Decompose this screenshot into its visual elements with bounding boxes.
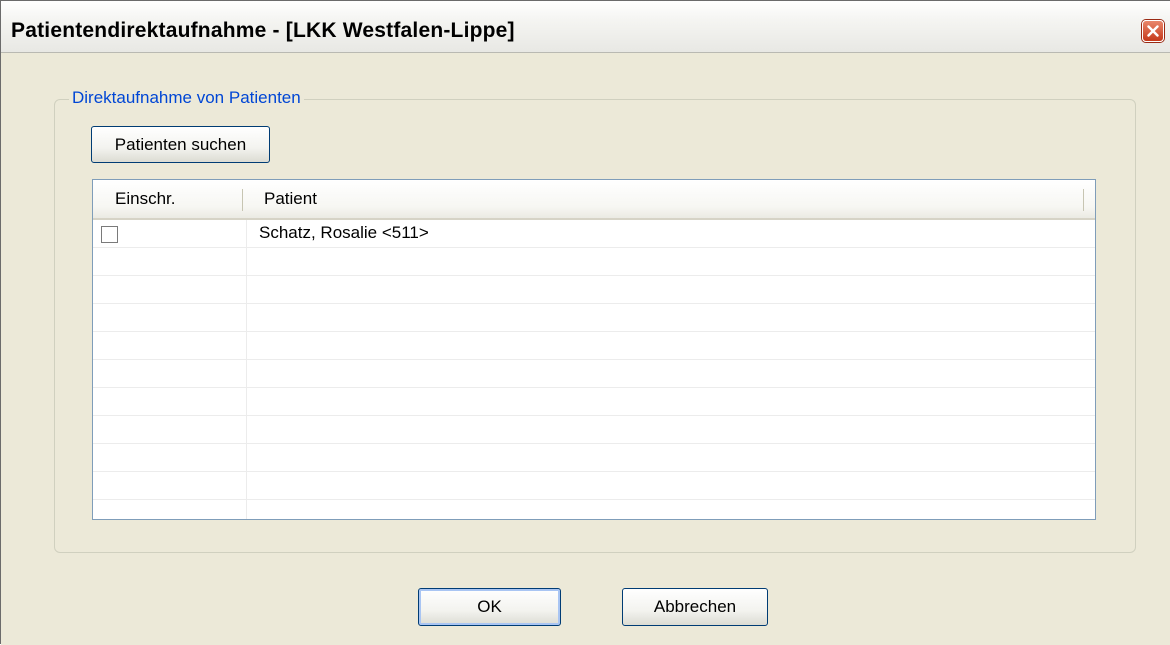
direct-admission-group: Direktaufnahme von Patienten Patienten s… [54,88,1136,553]
table-row [93,360,1095,388]
group-legend: Direktaufnahme von Patienten [69,88,304,108]
close-button[interactable] [1142,20,1164,42]
search-patients-button[interactable]: Patienten suchen [91,126,270,163]
table-row [93,304,1095,332]
table-row[interactable]: Schatz, Rosalie <511> [93,220,1095,248]
table-row [93,276,1095,304]
list-body: Schatz, Rosalie <511> [93,220,1095,519]
patient-list[interactable]: Einschr. Patient Schatz, Rosalie <511> [92,179,1096,520]
patient-name-cell: Schatz, Rosalie <511> [259,223,429,242]
restriction-checkbox[interactable] [101,226,118,243]
table-row [93,472,1095,500]
window-title: Patientendirektaufnahme - [LKK Westfalen… [11,19,515,42]
list-header: Einschr. Patient [93,180,1095,220]
title-bar[interactable]: Patientendirektaufnahme - [LKK Westfalen… [1,1,1170,53]
dialog-window: Patientendirektaufnahme - [LKK Westfalen… [0,0,1170,645]
table-row [93,416,1095,444]
table-row [93,248,1095,276]
column-divider[interactable] [1083,189,1084,211]
column-header-restriction[interactable]: Einschr. [93,180,246,218]
table-row [93,388,1095,416]
table-row [93,444,1095,472]
column-divider[interactable] [242,189,243,211]
dialog-client-area: Direktaufnahme von Patienten Patienten s… [1,53,1170,645]
table-row [93,500,1095,519]
ok-button[interactable]: OK [418,588,561,626]
column-header-patient[interactable]: Patient [247,180,1085,218]
cancel-button[interactable]: Abbrechen [622,588,768,626]
table-row [93,332,1095,360]
close-icon [1147,25,1159,37]
